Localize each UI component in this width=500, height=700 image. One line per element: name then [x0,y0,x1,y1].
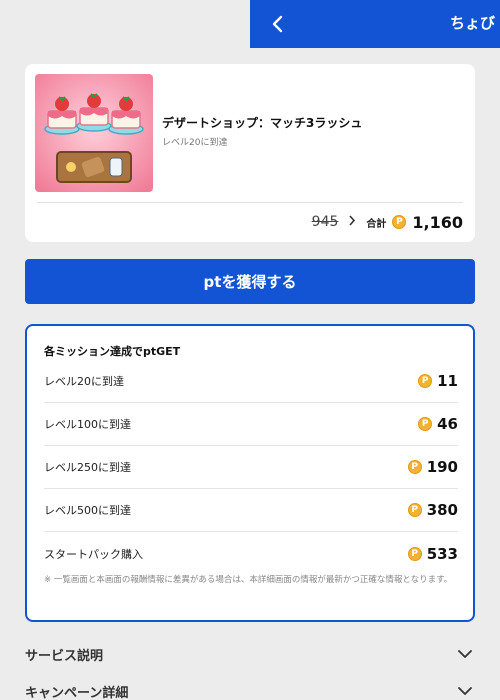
missions-panel: 各ミッション達成でptGET レベル20に到達 P 11 レベル100に到達 P… [25,324,475,622]
chevron-left-icon [272,15,283,33]
mission-name: レベル500に到達 [44,504,131,517]
mission-points: 380 [426,501,458,519]
mission-reward: P 190 [407,458,458,476]
service-description-toggle[interactable]: サービス説明 [25,642,475,666]
point-coin-icon: P [418,417,433,431]
mission-reward: P 46 [418,415,458,433]
header-title: ちょび [450,14,496,32]
accordion-label: サービス説明 [25,648,104,664]
accordion-label: キャンペーン詳細 [25,685,129,700]
app-thumbnail [35,74,153,192]
mission-reward: P 533 [407,544,458,563]
mission-points: 190 [426,458,458,476]
price-row: 945 合計 P 1,160 [312,210,463,234]
point-coin-icon: P [392,215,407,229]
mission-name: レベル250に到達 [44,461,131,474]
mission-points: 11 [437,372,458,390]
chevron-down-icon [458,684,472,698]
mission-name: レベル100に到達 [44,418,131,431]
mission-points: 46 [437,415,458,433]
mission-reward: P 380 [407,501,458,519]
mission-name: レベル20に到達 [44,375,124,388]
divider [37,202,463,203]
campaign-details-toggle[interactable]: キャンペーン詳細 [25,679,475,700]
point-coin-icon: P [407,503,422,517]
offer-title: デザートショップ：マッチ3ラッシュ [162,116,363,130]
offer-subtitle: レベル20に到達 [162,138,228,148]
mission-points: 533 [426,544,458,563]
point-coin-icon: P [418,374,433,388]
total-points: 1,160 [412,212,463,232]
offer-card: デザートショップ：マッチ3ラッシュ レベル20に到達 945 合計 P 1,16… [25,64,475,242]
chevron-right-icon [348,214,356,230]
missions-heading: 各ミッション達成でptGET [44,345,181,358]
missions-note: ※ 一覧画面と本画面の報酬情報に差異がある場合は、本詳細画面の情報が最新かつ正確… [44,575,453,585]
back-button[interactable] [266,12,290,36]
mission-row: レベル500に到達 P 380 [44,489,458,532]
app-header: ちょび [250,0,500,48]
old-price: 945 [311,214,339,230]
mission-row: レベル250に到達 P 190 [44,446,458,489]
point-coin-icon: P [407,460,422,474]
mission-name: スタートパック購入 [44,547,143,561]
total-label: 合計 [366,218,387,230]
point-coin-icon: P [407,546,422,561]
mission-row: レベル20に到達 P 11 [44,360,458,403]
mission-row: スタートパック購入 P 533 [44,532,458,575]
mission-row: レベル100に到達 P 46 [44,403,458,446]
page: ちょび デザートショップ：マッチ3ラッシュ レベル20に到達 945 合計 P … [0,0,500,700]
chevron-down-icon [458,647,472,661]
mission-reward: P 11 [418,372,458,390]
get-points-button[interactable]: ptを獲得する [25,259,475,304]
